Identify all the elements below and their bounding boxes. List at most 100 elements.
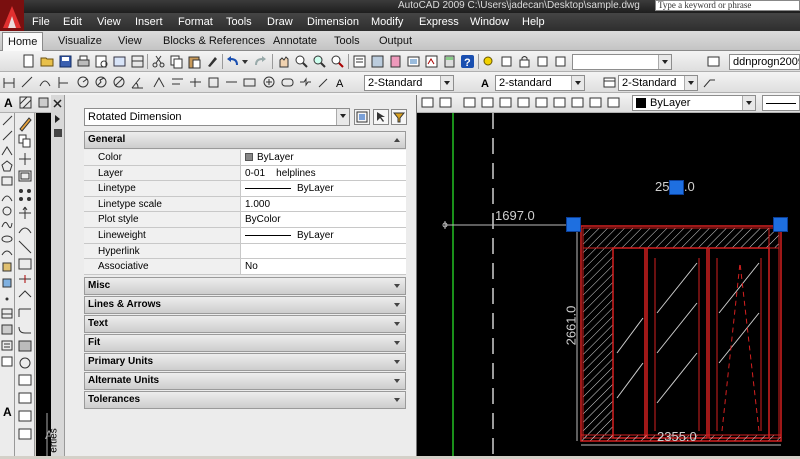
menu-dimension[interactable]: Dimension [307, 15, 359, 29]
category-primary-units[interactable]: Primary Units [84, 352, 406, 371]
layer-isolate-icon[interactable] [462, 95, 477, 110]
layer-lock-fade-icon[interactable] [606, 95, 621, 110]
layer-color-icon[interactable] [553, 54, 568, 69]
pan-realtime-icon[interactable] [276, 54, 291, 69]
tab-annotate[interactable]: Annotate [273, 34, 317, 48]
property-value[interactable]: ByLayer [242, 150, 406, 165]
new-file-icon[interactable] [21, 54, 36, 69]
dimension-grip-right[interactable] [773, 217, 788, 232]
property-row[interactable]: Linetype ByLayer [84, 181, 406, 197]
zoom-realtime-icon[interactable] [294, 54, 309, 69]
menu-edit[interactable]: Edit [63, 15, 82, 29]
select-objects-icon[interactable] [373, 109, 389, 125]
cut-icon[interactable] [151, 54, 166, 69]
linetype-combo[interactable]: ByLayer [632, 95, 756, 111]
tab-tools[interactable]: Tools [334, 34, 360, 48]
menu-express[interactable]: Express [419, 15, 459, 29]
table-style-icon[interactable] [602, 75, 617, 90]
dimension-text-edit-icon[interactable]: A [334, 75, 349, 90]
redo-icon[interactable] [252, 54, 267, 69]
match-properties-icon[interactable] [205, 54, 220, 69]
menu-window[interactable]: Window [470, 15, 509, 29]
property-value[interactable]: 0-01 helplines [242, 166, 406, 181]
category-fit[interactable]: Fit [84, 333, 406, 352]
property-row[interactable]: Color ByLayer [84, 150, 406, 166]
layer-walk-icon[interactable] [498, 95, 513, 110]
category-general[interactable]: General [84, 131, 406, 149]
dimension-style-combo[interactable]: 2-standard [495, 75, 585, 91]
zoom-previous-icon[interactable] [330, 54, 345, 69]
save-icon[interactable] [58, 54, 73, 69]
dimension-break-icon[interactable] [224, 75, 239, 90]
zoom-window-icon[interactable] [312, 54, 327, 69]
properties-palette-icon[interactable] [352, 54, 367, 69]
category-lines-arrows[interactable]: Lines & Arrows [84, 295, 406, 314]
dimension-grip-text[interactable] [669, 180, 684, 195]
layer-unisolate-icon[interactable] [480, 95, 495, 110]
aligned-dimension-icon[interactable] [20, 75, 35, 90]
property-value[interactable] [242, 244, 406, 259]
dimension-style-manager-icon[interactable]: A [479, 75, 494, 90]
baseline-dimension-icon[interactable] [170, 75, 185, 90]
palette-title-strip[interactable]: erties [49, 95, 65, 456]
tab-view[interactable]: View [118, 34, 142, 48]
print-icon[interactable] [76, 54, 91, 69]
linear-dimension-icon[interactable] [2, 75, 17, 90]
property-row[interactable]: Associative No [84, 259, 406, 275]
jogged-linear-icon[interactable] [298, 75, 313, 90]
layer-state-icon-1[interactable] [420, 95, 435, 110]
markup-set-manager-icon[interactable] [424, 54, 439, 69]
tab-home[interactable]: Home [2, 32, 44, 51]
layer-combo[interactable] [572, 54, 672, 70]
dimension-text-vertical[interactable]: 2661.0 [563, 306, 578, 346]
arc-length-icon[interactable] [38, 75, 53, 90]
property-value[interactable]: No [242, 259, 406, 274]
tab-output[interactable]: Output [379, 34, 412, 48]
category-alternate-units[interactable]: Alternate Units [84, 371, 406, 390]
menu-view[interactable]: View [97, 15, 121, 29]
hatch-tool-icon[interactable] [18, 95, 33, 110]
publish-icon[interactable] [112, 54, 127, 69]
layer-change-icon[interactable] [534, 95, 549, 110]
layout-icon[interactable] [130, 54, 145, 69]
menu-insert[interactable]: Insert [135, 15, 163, 29]
tab-blocks-references[interactable]: Blocks & References [163, 34, 265, 48]
center-mark-icon[interactable] [262, 75, 277, 90]
ordinate-dimension-icon[interactable] [56, 75, 71, 90]
quick-select-icon[interactable] [354, 109, 370, 125]
property-row[interactable]: Lineweight ByLayer [84, 227, 406, 244]
dimension-grip-left[interactable] [566, 217, 581, 232]
drawing-canvas[interactable]: 1697.0 2555.0 2661.0 2355.0 [417, 113, 800, 456]
pickadd-toggle-icon[interactable] [391, 109, 407, 125]
dimension-edit-icon[interactable] [316, 75, 331, 90]
object-type-combo[interactable]: Rotated Dimension [84, 108, 350, 126]
tool-palettes-icon[interactable] [388, 54, 403, 69]
open-folder-icon[interactable] [40, 54, 55, 69]
menu-help[interactable]: Help [522, 15, 545, 29]
diameter-dimension-icon[interactable] [112, 75, 127, 90]
angular-dimension-icon[interactable] [130, 75, 145, 90]
plot-preview-icon[interactable] [94, 54, 109, 69]
menu-draw[interactable]: Draw [267, 15, 293, 29]
property-row[interactable]: Linetype scale 1.000 [84, 196, 406, 213]
layer-lock-icon[interactable] [517, 54, 532, 69]
copy-icon[interactable] [169, 54, 184, 69]
jogged-dimension-icon[interactable] [94, 75, 109, 90]
tolerance-icon[interactable] [242, 75, 257, 90]
property-value[interactable]: ByLayer [242, 228, 406, 243]
layer-properties-icon[interactable] [535, 54, 550, 69]
layer-copy-icon[interactable] [552, 95, 567, 110]
help-icon[interactable]: ? [460, 54, 475, 69]
design-center-icon[interactable] [370, 54, 385, 69]
tab-visualize[interactable]: Visualize [58, 34, 102, 48]
layer-state-icon-2[interactable] [438, 95, 453, 110]
inspection-icon[interactable] [280, 75, 295, 90]
layer-match-icon[interactable] [516, 95, 531, 110]
dimension-text-horizontal[interactable]: 1697.0 [495, 208, 535, 223]
property-row[interactable]: Plot style ByColor [84, 212, 406, 228]
text-style-combo[interactable]: 2-Standard [364, 75, 454, 91]
quickcalc-icon[interactable] [442, 54, 457, 69]
layer-previous-icon[interactable] [706, 54, 721, 69]
category-tolerances[interactable]: Tolerances [84, 390, 406, 409]
property-value[interactable]: ByLayer [242, 181, 406, 196]
